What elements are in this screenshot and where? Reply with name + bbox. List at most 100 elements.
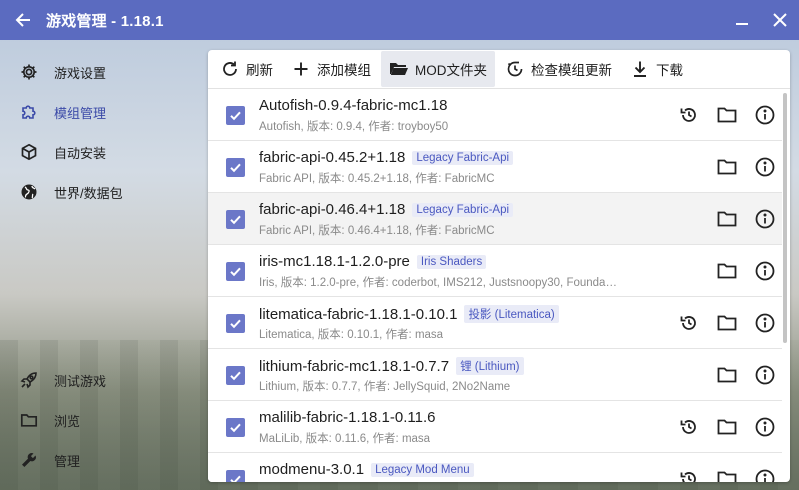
restore-button[interactable] bbox=[677, 467, 701, 482]
checkmark-icon bbox=[230, 423, 241, 433]
mod-folder-button[interactable]: MOD文件夹 bbox=[381, 51, 495, 87]
info-icon bbox=[755, 105, 775, 125]
checkmark-icon bbox=[230, 163, 241, 173]
restore-icon bbox=[680, 108, 696, 122]
mod-name: Autofish-0.9.4-fabric-mc1.18 bbox=[259, 97, 448, 114]
info-icon bbox=[755, 469, 775, 482]
arrow-left-icon bbox=[15, 13, 30, 27]
puzzle-icon bbox=[20, 103, 38, 121]
mod-row[interactable]: modmenu-3.0.1 Legacy Mod Menu bbox=[208, 453, 782, 482]
info-button[interactable] bbox=[753, 103, 777, 127]
info-icon bbox=[755, 261, 775, 281]
mod-name: modmenu-3.0.1 bbox=[259, 461, 365, 478]
mod-row[interactable]: fabric-api-0.45.2+1.18 Legacy Fabric-Api… bbox=[208, 141, 782, 193]
checkmark-icon bbox=[230, 371, 241, 381]
mod-list-panel: 刷新 添加模组 MOD文件夹 检查模组更新 下载 Autofish-0.9.4-… bbox=[208, 50, 790, 482]
info-button[interactable] bbox=[753, 207, 777, 231]
mod-row[interactable]: iris-mc1.18.1-1.2.0-pre Iris Shaders Iri… bbox=[208, 245, 782, 297]
sidebar-item-label: 模组管理 bbox=[54, 105, 107, 121]
sidebar-item-auto-install[interactable]: 自动安装 bbox=[0, 132, 200, 172]
mod-row[interactable]: Autofish-0.9.4-fabric-mc1.18 Autofish, 版… bbox=[208, 89, 782, 141]
wrench-icon bbox=[20, 451, 38, 469]
mod-tag[interactable]: Iris Shaders bbox=[416, 254, 487, 269]
restore-button[interactable] bbox=[677, 311, 701, 335]
folder-icon bbox=[717, 471, 737, 482]
mod-tag[interactable]: Legacy Fabric-Api bbox=[412, 202, 514, 217]
open-folder-button[interactable] bbox=[715, 311, 739, 335]
mod-row[interactable]: lithium-fabric-mc1.18.1-0.7.7 锂 (Lithium… bbox=[208, 349, 782, 401]
sidebar-item-test-game[interactable]: 测试游戏 bbox=[0, 360, 200, 400]
scrollbar[interactable] bbox=[783, 89, 788, 482]
info-button[interactable] bbox=[753, 311, 777, 335]
close-icon bbox=[773, 13, 787, 27]
restore-button[interactable] bbox=[677, 103, 701, 127]
mod-name: iris-mc1.18.1-1.2.0-pre bbox=[259, 253, 410, 270]
checkmark-icon bbox=[230, 475, 241, 482]
refresh-icon bbox=[220, 59, 240, 79]
refresh-button[interactable]: 刷新 bbox=[212, 51, 281, 87]
open-folder-button[interactable] bbox=[715, 363, 739, 387]
sidebar-item-label: 自动安装 bbox=[54, 145, 107, 161]
add-mod-button[interactable]: 添加模组 bbox=[283, 51, 379, 87]
mod-tag[interactable]: Legacy Mod Menu bbox=[371, 462, 474, 477]
mod-tag[interactable]: 投影 (Litematica) bbox=[464, 305, 559, 323]
mod-description: Fabric API, 版本: 0.46.4+1.18, 作者: FabricM… bbox=[259, 225, 495, 237]
info-button[interactable] bbox=[753, 259, 777, 283]
mod-row[interactable]: malilib-fabric-1.18.1-0.11.6 MaLiLib, 版本… bbox=[208, 401, 782, 453]
sidebar-item-label: 浏览 bbox=[54, 413, 81, 429]
sidebar-item-label: 管理 bbox=[54, 453, 81, 469]
info-button[interactable] bbox=[753, 363, 777, 387]
minimize-button[interactable] bbox=[723, 0, 761, 40]
info-button[interactable] bbox=[753, 415, 777, 439]
back-button[interactable] bbox=[0, 0, 46, 40]
info-button[interactable] bbox=[753, 467, 777, 482]
open-folder-button[interactable] bbox=[715, 207, 739, 231]
checkmark-icon bbox=[230, 319, 241, 329]
info-button[interactable] bbox=[753, 155, 777, 179]
mod-enabled-checkbox[interactable] bbox=[226, 158, 245, 177]
checkmark-icon bbox=[230, 215, 241, 225]
minimize-icon bbox=[736, 23, 748, 25]
mod-enabled-checkbox[interactable] bbox=[226, 418, 245, 437]
open-folder-button[interactable] bbox=[715, 415, 739, 439]
open-folder-button[interactable] bbox=[715, 103, 739, 127]
package-icon bbox=[20, 143, 38, 161]
mod-enabled-checkbox[interactable] bbox=[226, 366, 245, 385]
open-folder-button[interactable] bbox=[715, 259, 739, 283]
sidebar-item-label: 世界/数据包 bbox=[54, 185, 123, 201]
open-folder-button[interactable] bbox=[715, 155, 739, 179]
sidebar-item-mod-management[interactable]: 模组管理 bbox=[0, 92, 200, 132]
info-icon bbox=[755, 417, 775, 437]
mod-tag[interactable]: 锂 (Lithium) bbox=[456, 357, 524, 375]
check-updates-label: 检查模组更新 bbox=[531, 63, 612, 78]
mod-description: Lithium, 版本: 0.7.7, 作者: JellySquid, 2No2… bbox=[259, 381, 511, 393]
mod-enabled-checkbox[interactable] bbox=[226, 470, 245, 482]
close-button[interactable] bbox=[761, 0, 799, 40]
sidebar-item-worlds-datapacks[interactable]: 世界/数据包 bbox=[0, 172, 200, 212]
restore-icon bbox=[680, 420, 696, 434]
mod-name: lithium-fabric-mc1.18.1-0.7.7 bbox=[259, 357, 450, 375]
mod-enabled-checkbox[interactable] bbox=[226, 314, 245, 333]
update-icon bbox=[505, 59, 525, 79]
mod-row[interactable]: litematica-fabric-1.18.1-0.10.1 投影 (Lite… bbox=[208, 297, 782, 349]
download-button[interactable]: 下载 bbox=[622, 51, 691, 87]
open-folder-button[interactable] bbox=[715, 467, 739, 482]
mod-enabled-checkbox[interactable] bbox=[226, 262, 245, 281]
mod-row[interactable]: fabric-api-0.46.4+1.18 Legacy Fabric-Api… bbox=[208, 193, 782, 245]
restore-button[interactable] bbox=[677, 415, 701, 439]
scrollbar-thumb[interactable] bbox=[783, 93, 787, 343]
mod-enabled-checkbox[interactable] bbox=[226, 106, 245, 125]
sidebar-item-game-settings[interactable]: 游戏设置 bbox=[0, 52, 200, 92]
window-title: 游戏管理 - 1.18.1 bbox=[46, 12, 164, 30]
checkmark-icon bbox=[230, 111, 241, 121]
mod-tag[interactable]: Legacy Fabric-Api bbox=[412, 150, 514, 165]
globe-icon bbox=[20, 183, 38, 201]
sidebar-item-browse[interactable]: 浏览 bbox=[0, 400, 200, 440]
mod-name: fabric-api-0.45.2+1.18 bbox=[259, 149, 406, 166]
checkmark-icon bbox=[230, 267, 241, 277]
gear-icon bbox=[20, 63, 38, 81]
folder-icon bbox=[717, 159, 737, 175]
sidebar-item-manage[interactable]: 管理 bbox=[0, 440, 200, 480]
mod-enabled-checkbox[interactable] bbox=[226, 210, 245, 229]
check-updates-button[interactable]: 检查模组更新 bbox=[497, 51, 620, 87]
